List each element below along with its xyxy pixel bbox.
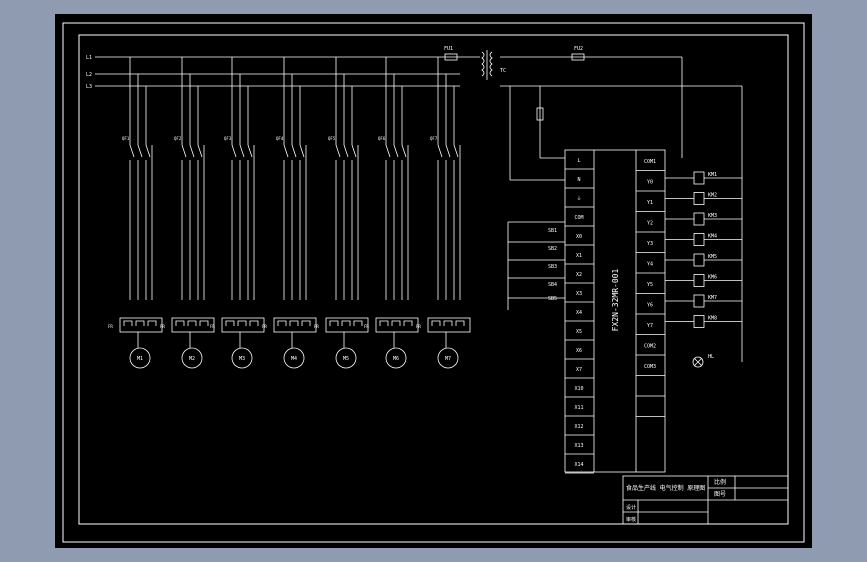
relay-tag: FR xyxy=(210,324,215,329)
relay-tag: FR xyxy=(314,324,319,329)
title-designer-label: 设计 xyxy=(626,504,636,511)
input-button-label: SB2 xyxy=(548,246,557,252)
title-checker-label: 审核 xyxy=(626,516,636,523)
supply-label-0: L1 xyxy=(86,55,92,61)
plc-input-terminal: X7 xyxy=(576,367,582,373)
coil-label: KM6 xyxy=(708,275,717,281)
plc-input-terminal: X0 xyxy=(576,234,582,240)
plc-input-terminal: L xyxy=(577,158,580,164)
plc-input-terminal: X13 xyxy=(574,443,583,449)
supply-label-2: L3 xyxy=(86,84,92,90)
input-button-label: SB3 xyxy=(548,264,557,270)
breaker-label: QF5 xyxy=(328,136,336,141)
fuse-label-2: FU2 xyxy=(574,46,583,52)
breaker-label: QF7 xyxy=(430,136,438,141)
plc-output-terminal: Y7 xyxy=(647,323,653,329)
input-button-label: SB1 xyxy=(548,228,557,234)
supply-label-1: L2 xyxy=(86,72,92,78)
plc-output-terminal: Y6 xyxy=(647,303,653,309)
fuse-label-1: FU1 xyxy=(444,46,453,52)
motor-label: M3 xyxy=(239,356,245,362)
coil-label: KM4 xyxy=(708,234,717,240)
title-scale-label: 比例 xyxy=(714,478,726,486)
coil-label: KM5 xyxy=(708,254,717,260)
relay-tag: FR xyxy=(108,324,113,329)
plc-output-terminal: Y5 xyxy=(647,282,653,288)
title-drawing-no-label: 图号 xyxy=(714,491,726,498)
plc-input-terminal: X12 xyxy=(574,424,583,430)
drawing-sheet xyxy=(55,14,812,548)
relay-tag: FR xyxy=(416,324,421,329)
plc-output-terminal: Y0 xyxy=(647,180,653,186)
input-button-label: SB4 xyxy=(548,282,557,288)
plc-output-terminal: Y2 xyxy=(647,221,653,227)
plc-output-terminal: Y3 xyxy=(647,241,653,247)
coil-label: KM8 xyxy=(708,316,717,322)
relay-tag: FR xyxy=(364,324,369,329)
relay-tag: FR xyxy=(262,324,267,329)
motor-label: M5 xyxy=(343,356,349,362)
motor-label: M1 xyxy=(137,356,143,362)
breaker-label: QF4 xyxy=(276,136,284,141)
plc-input-terminal: X2 xyxy=(576,272,582,278)
motor-label: M7 xyxy=(445,356,451,362)
plc-output-terminal: COM3 xyxy=(644,364,656,370)
plc-input-terminal: X11 xyxy=(574,405,583,411)
plc-input-terminal: COM xyxy=(574,215,583,221)
plc-input-terminal: X5 xyxy=(576,329,582,335)
motor-label: M6 xyxy=(393,356,399,362)
breaker-label: QF3 xyxy=(224,136,232,141)
breaker-label: QF2 xyxy=(174,136,182,141)
transformer-label: TC xyxy=(500,68,506,74)
plc-input-terminal: X4 xyxy=(576,310,582,316)
plc-input-terminal: X6 xyxy=(576,348,582,354)
coil-label: KM3 xyxy=(708,213,717,219)
plc-input-terminal: X1 xyxy=(576,253,582,259)
plc-output-terminal: COM1 xyxy=(644,159,656,165)
schematic-canvas: L1 L2 L3 TC FU1 FU2 M1 FR QF1 M2 FR QF2 M3 FR QF3 M… xyxy=(55,14,812,548)
lamp-label: HL xyxy=(708,354,714,360)
plc-output-terminal: COM2 xyxy=(644,344,656,350)
plc-input-terminal: X10 xyxy=(574,386,583,392)
input-button-label: SB5 xyxy=(548,296,557,302)
breaker-label: QF6 xyxy=(378,136,386,141)
motor-label: M2 xyxy=(189,356,195,362)
breaker-label: QF1 xyxy=(122,136,130,141)
motor-label: M4 xyxy=(291,356,297,362)
plc-output-terminal: Y1 xyxy=(647,200,653,206)
plc-input-terminal: ⏚ xyxy=(576,195,581,202)
coil-label: KM1 xyxy=(708,172,717,178)
coil-label: KM2 xyxy=(708,193,717,199)
plc-input-terminal: N xyxy=(577,177,580,183)
coil-label: KM7 xyxy=(708,295,717,301)
plc-model-label: FX2N-32MR-001 xyxy=(611,269,620,332)
relay-tag: FR xyxy=(160,324,165,329)
title-text: 食品生产线 电气控制 原理图 xyxy=(626,484,705,492)
plc-output-terminal: Y4 xyxy=(647,262,653,268)
plc-input-terminal: X3 xyxy=(576,291,582,297)
plc-input-terminal: X14 xyxy=(574,462,583,468)
